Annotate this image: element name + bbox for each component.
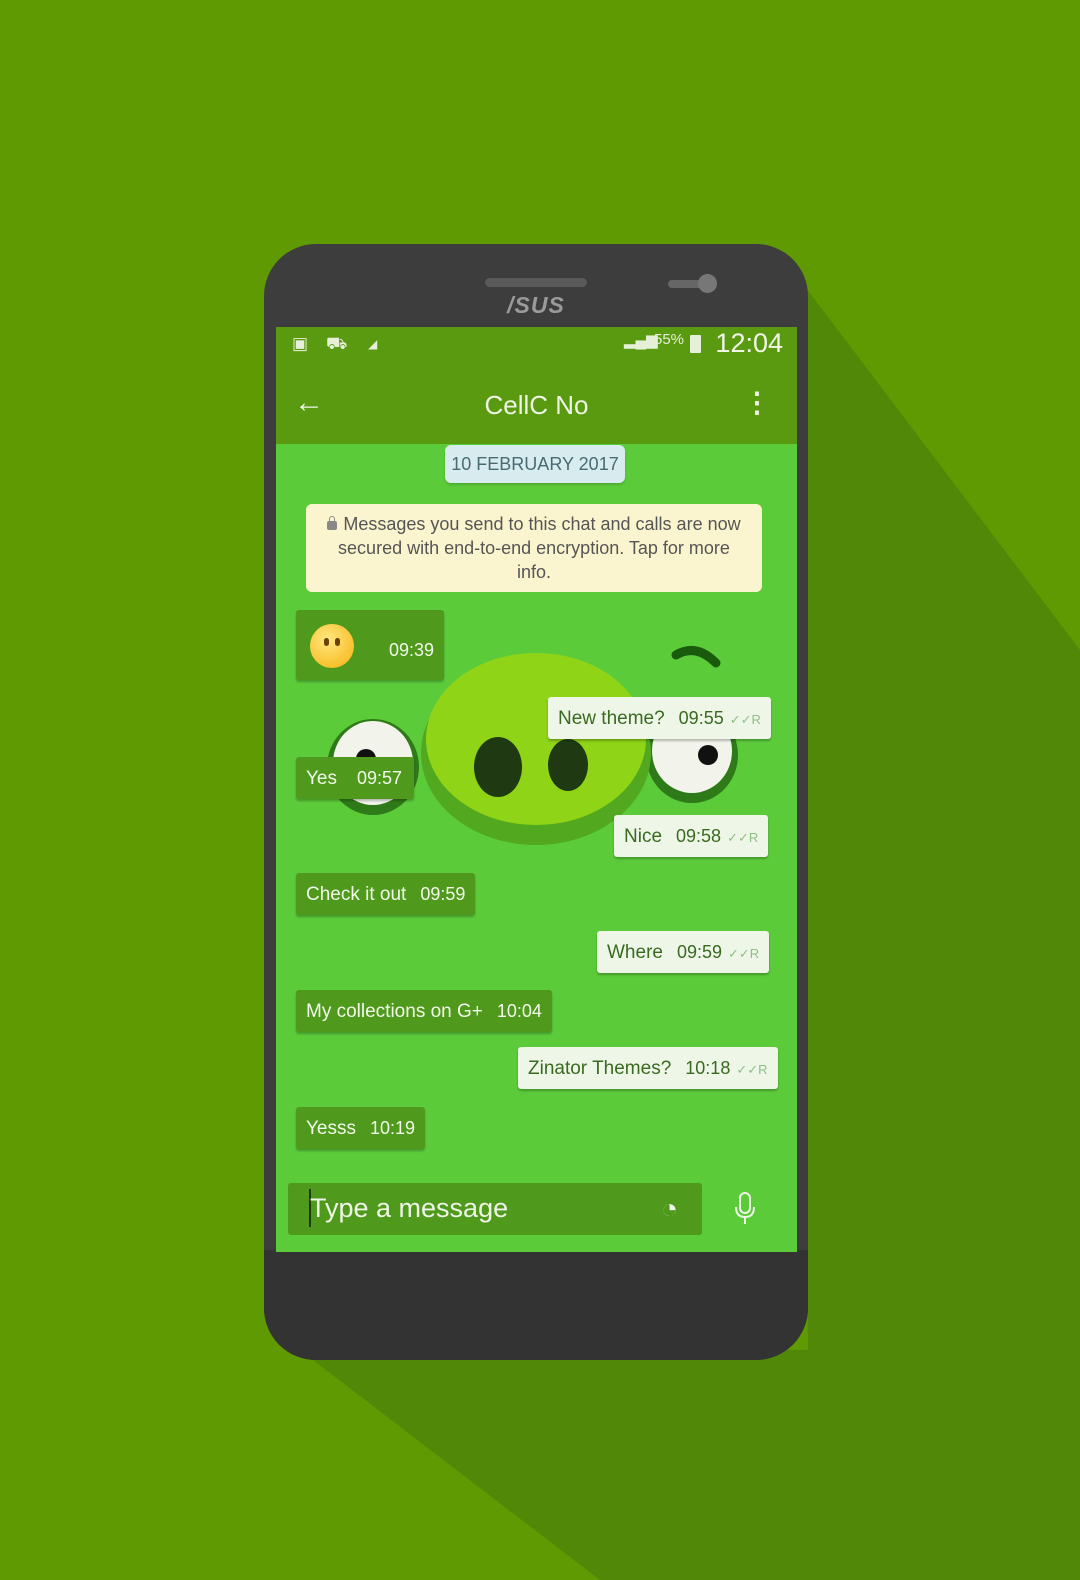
message-text: My collections on G+ (306, 1001, 483, 1022)
message-bubble-incoming[interactable]: Check it out 09:59 (296, 873, 476, 915)
encryption-notice[interactable]: Messages you send to this chat and calls… (306, 504, 762, 592)
gallery-notification-icon: ▣ (292, 334, 309, 353)
message-time: 10:04 (496, 1001, 542, 1021)
message-text: Check it out (306, 884, 407, 905)
brand-logo: /SUS (507, 292, 565, 318)
message-time: 10:19 (370, 1118, 416, 1138)
message-text: Nice (624, 826, 663, 847)
message-text: Yesss (306, 1118, 356, 1139)
message-bubble-incoming[interactable]: Yes 09:57 (296, 757, 414, 799)
encryption-notice-text: Messages you send to this chat and calls… (338, 514, 741, 582)
message-bubble-incoming[interactable]: 09:39 (296, 610, 444, 680)
message-text: Yes (306, 768, 337, 789)
signal-icon: ▂▄▆ (624, 332, 658, 349)
date-divider: 10 FEBRUARY 2017 (445, 445, 625, 483)
download-notification-icon: ◢ (368, 337, 378, 351)
read-ticks-icon: ✓✓R (727, 830, 759, 845)
message-time: 09:59 (676, 942, 723, 962)
message-time: 09:59 (420, 884, 466, 904)
contact-name[interactable]: CellC No (276, 390, 797, 421)
smiley-emoji (310, 624, 354, 668)
status-bar: ▣ ⛟ ◢ ▂▄▆ 55% 12:04 (276, 327, 797, 365)
message-text: New theme? (558, 708, 665, 729)
message-input-placeholder: Type a message (310, 1193, 509, 1223)
earpiece-speaker (485, 278, 587, 287)
message-time: 09:55 (678, 708, 724, 728)
app-notification-icon: ⛟ (326, 334, 348, 353)
message-time: 09:57 (357, 768, 403, 788)
phone-chin (264, 1250, 808, 1360)
battery-icon (690, 335, 701, 353)
message-bubble-incoming[interactable]: My collections on G+ 10:04 (296, 990, 552, 1032)
message-bubble-incoming[interactable]: Yesss 10:19 (296, 1107, 426, 1149)
message-text: Zinator Themes? (528, 1058, 672, 1079)
battery-percent: 55% (654, 331, 685, 348)
message-bubble-outgoing[interactable]: Where 09:59 ✓✓R (597, 931, 770, 973)
clock: 12:04 (715, 328, 783, 358)
message-text: Where (607, 942, 663, 963)
read-ticks-icon: ✓✓R (729, 712, 761, 727)
front-camera (698, 274, 717, 293)
message-time: 09:58 (676, 826, 722, 846)
message-bubble-outgoing[interactable]: New theme? 09:55 ✓✓R (548, 697, 771, 739)
message-input[interactable]: Type a message ◔ (288, 1183, 702, 1235)
message-bubble-outgoing[interactable]: Nice 09:58 ✓✓R (614, 815, 769, 857)
screen: ▣ ⛟ ◢ ▂▄▆ 55% 12:04 ← CellC No ⋮ 10 FEBR… (276, 327, 797, 1252)
read-ticks-icon: ✓✓R (736, 1062, 768, 1077)
chat-header: ← CellC No ⋮ (276, 365, 797, 444)
camera-icon[interactable]: ◔ (661, 1193, 678, 1225)
more-options-icon[interactable]: ⋮ (743, 385, 771, 421)
lock-icon (327, 516, 338, 530)
message-time: 10:18 (685, 1058, 731, 1078)
message-time: 09:39 (388, 640, 434, 660)
message-bubble-outgoing[interactable]: Zinator Themes? 10:18 ✓✓R (518, 1047, 778, 1089)
microphone-icon[interactable] (734, 1191, 756, 1227)
read-ticks-icon: ✓✓R (728, 946, 760, 961)
